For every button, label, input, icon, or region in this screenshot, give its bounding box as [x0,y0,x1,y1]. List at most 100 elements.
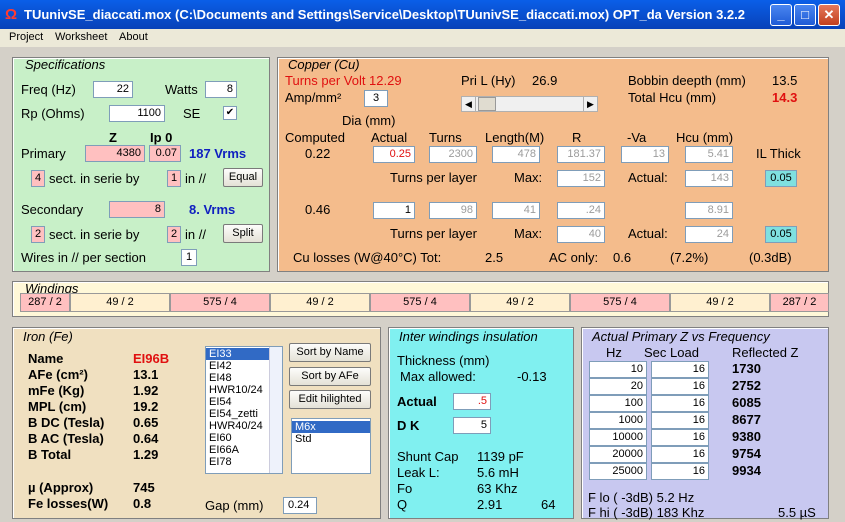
secondary-max-field: 40 [557,226,605,243]
primary-z-frequency-panel: Actual Primary Z vs Frequency Hz Sec Loa… [581,327,829,520]
secondary-sections-input[interactable]: 2 [31,226,45,243]
pri-l-slider[interactable]: ◀ ▶ [461,96,598,112]
edit-highlighted-button[interactable]: Edit hilighted [289,390,371,409]
frequency-input[interactable]: 1000 [589,412,647,429]
shunt-cap-value: 1139 pF [477,449,524,464]
sec-load-input[interactable]: 16 [651,378,709,395]
material-list[interactable]: M6x Std [291,418,371,474]
pri-l-value: 26.9 [532,73,558,88]
secondary-actual-dia-input[interactable]: 1 [373,202,415,219]
watts-input[interactable]: 8 [205,81,237,98]
frequency-input[interactable]: 10 [589,361,647,378]
dk-input[interactable]: 5 [453,417,491,434]
gap-label: Gap (mm) [205,498,264,513]
slider-right-arrow-icon[interactable]: ▶ [583,97,597,111]
minimize-button[interactable]: _ [770,4,792,26]
insulation-title: Inter windings insulation [399,329,538,344]
primary-parallel-input[interactable]: 1 [167,170,181,187]
split-button[interactable]: Split [223,224,263,243]
fo-label: Fo [397,481,413,496]
se-checkbox[interactable]: ✔ [223,106,237,120]
winding-cell[interactable]: 49 / 2 [270,293,370,312]
winding-cell[interactable]: 287 / 2 [770,293,829,312]
watts-label: Watts [165,82,198,97]
reflected-z-value: 2752 [732,378,761,393]
winding-cell[interactable]: 49 / 2 [70,293,170,312]
sec-load-header: Sec Load [644,345,699,360]
iron-property-value: EI96B [133,351,170,366]
material-list-item[interactable]: M6x [292,421,370,433]
winding-cell[interactable]: 287 / 2 [20,293,70,312]
slider-thumb[interactable] [478,97,496,111]
primary-z-frequency-title: Actual Primary Z vs Frequency [592,329,770,344]
secondary-z-field: 8 [109,201,165,218]
winding-cell[interactable]: 575 / 4 [370,293,470,312]
primary-length-field: 478 [492,146,540,163]
close-button[interactable]: ✕ [818,4,840,26]
se-label: SE [183,106,201,121]
freq-input[interactable]: 22 [93,81,133,98]
cu-losses-total: 2.5 [485,250,504,265]
material-list-item[interactable]: Std [292,433,370,445]
sec-load-input[interactable]: 16 [651,463,709,480]
rp-input[interactable]: 1100 [109,105,165,122]
actual-insulation-input[interactable]: .5 [453,393,491,410]
iron-property-value: 0.65 [133,415,159,430]
sec-load-input[interactable]: 16 [651,446,709,463]
gap-input[interactable]: 0.24 [283,497,317,514]
primary-z-field: 4380 [85,145,145,162]
sec-load-input[interactable]: 16 [651,361,709,378]
primary-sections-input[interactable]: 4 [31,170,45,187]
secondary-parallel-input[interactable]: 2 [167,226,181,243]
winding-cell[interactable]: 49 / 2 [670,293,770,312]
sort-by-afe-button[interactable]: Sort by AFe [289,367,371,386]
r-header: R [572,130,582,145]
fe-losses-label: Fe losses(W) [28,496,109,511]
wires-input[interactable]: 1 [181,249,197,266]
frequency-input[interactable]: 100 [589,395,647,412]
rise-time: 5.5 µS [778,505,816,520]
secondary-il-thick-input[interactable]: 0.05 [765,226,797,243]
menu-about[interactable]: About [119,31,148,43]
insulation-panel: Inter windings insulation Thickness (mm)… [388,327,574,519]
copper-title: Copper (Cu) [288,57,360,72]
slider-left-arrow-icon[interactable]: ◀ [462,97,476,111]
winding-cell[interactable]: 575 / 4 [170,293,270,312]
menu-bar: Project Worksheet About [0,29,845,47]
primary-va-field: 13 [621,146,669,163]
freq-label: Freq (Hz) [21,82,76,97]
reflected-z-value: 9380 [732,429,761,444]
sec-load-input[interactable]: 16 [651,429,709,446]
primary-il-thick-input[interactable]: 0.05 [765,170,797,187]
secondary-tpl-label: Turns per layer [390,226,477,241]
turns-header: Turns [429,130,462,145]
secondary-actual-tpl-label: Actual: [628,226,668,241]
winding-cell[interactable]: 49 / 2 [470,293,570,312]
hcu-header: Hcu (mm) [676,130,734,145]
secondary-vrms: 8. Vrms [189,202,236,217]
primary-actual-dia-input[interactable]: 0.25 [373,146,415,163]
frequency-input[interactable]: 20 [589,378,647,395]
sort-by-name-button[interactable]: Sort by Name [289,343,371,362]
sec-load-input[interactable]: 16 [651,412,709,429]
iron-property-value: 1.29 [133,447,159,462]
il-thick-header: IL Thick [756,146,801,161]
frequency-input[interactable]: 20000 [589,446,647,463]
menu-project[interactable]: Project [9,31,43,43]
leak-l-label: Leak L: [397,465,440,480]
total-hcu-value: 14.3 [772,90,798,105]
frequency-input[interactable]: 10000 [589,429,647,446]
reflected-z-header: Reflected Z [732,345,799,360]
winding-cell[interactable]: 575 / 4 [570,293,670,312]
fo-value: 63 Khz [477,481,518,496]
frequency-input[interactable]: 25000 [589,463,647,480]
reflected-z-value: 9934 [732,463,761,478]
menu-worksheet[interactable]: Worksheet [55,31,107,43]
maximize-button[interactable]: □ [794,4,816,26]
amp-input[interactable]: 3 [364,90,388,107]
sec-load-input[interactable]: 16 [651,395,709,412]
iron-property-value: 19.2 [133,399,159,414]
equal-button[interactable]: Equal [223,168,263,187]
core-list-scrollbar[interactable] [269,347,282,473]
iron-property-label: Name [28,351,64,366]
